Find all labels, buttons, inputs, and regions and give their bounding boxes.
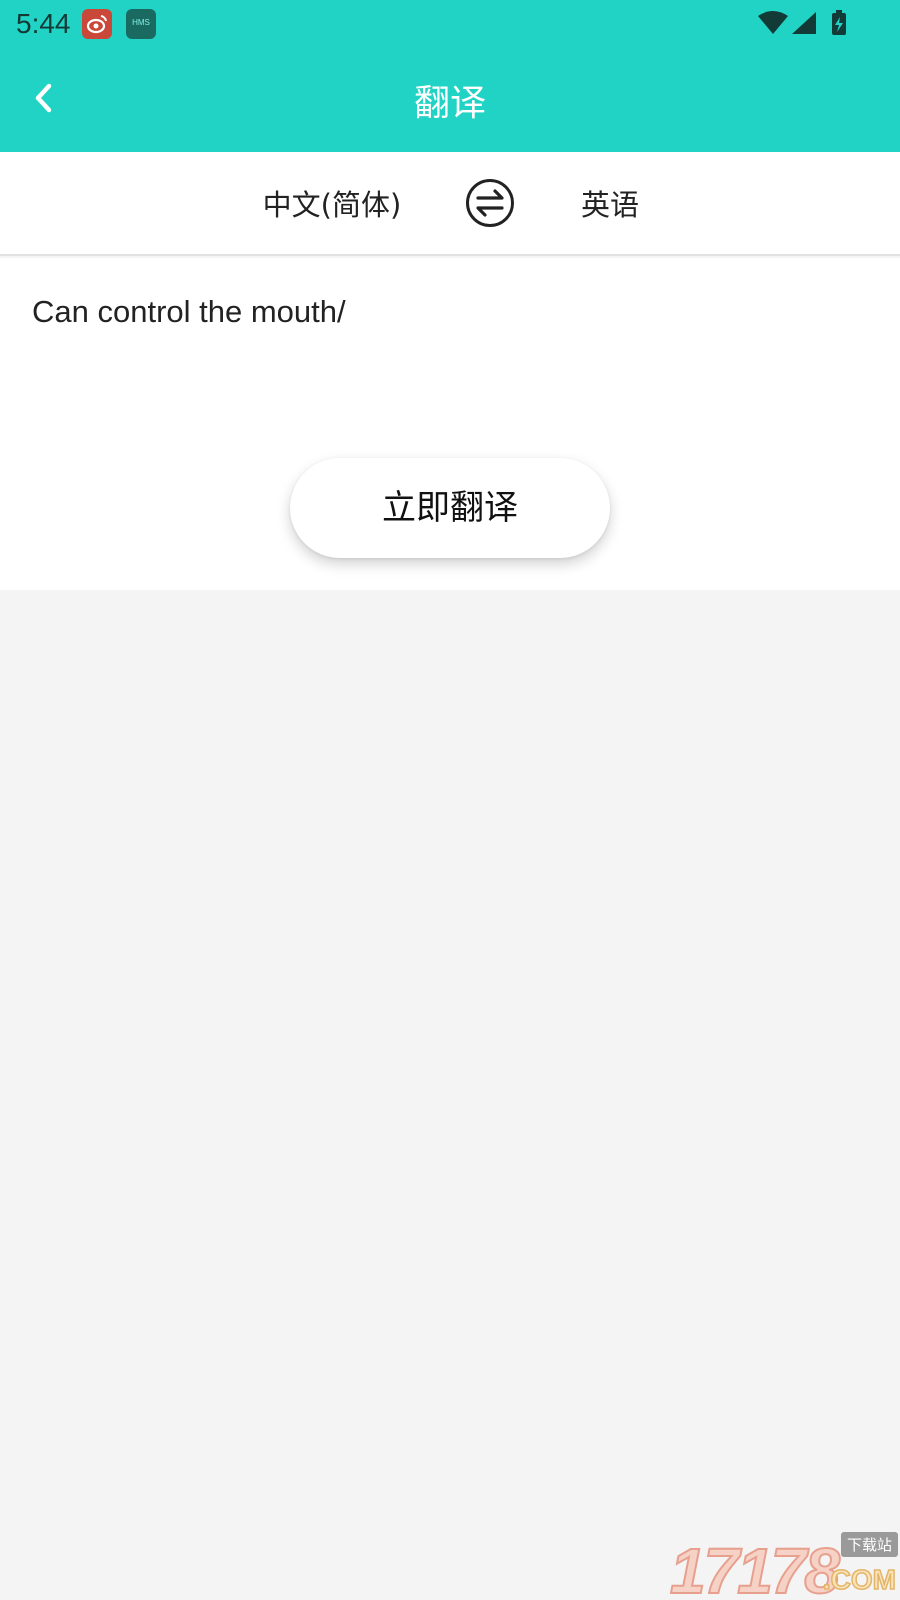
translate-now-button[interactable]: 立即翻译 xyxy=(290,458,610,558)
system-status-icons xyxy=(758,10,854,38)
app-header: 翻译 xyxy=(0,48,900,152)
watermark-digits: 17178 xyxy=(669,1534,841,1600)
source-language-selector[interactable]: 中文(简体) xyxy=(232,182,432,224)
page-title: 翻译 xyxy=(413,83,486,124)
swap-languages-button[interactable] xyxy=(465,178,515,228)
status-time: 5:44 xyxy=(16,8,71,39)
swap-arrows-icon xyxy=(466,179,514,227)
watermark-suffix: .COM xyxy=(822,1563,897,1596)
weibo-icon xyxy=(82,9,112,39)
input-panel: Can control the mouth/ 立即翻译 xyxy=(0,258,900,590)
battery-charging-icon xyxy=(832,10,846,35)
site-watermark: 17178 下载站 .COM xyxy=(669,1530,900,1600)
hms-icon: HMS xyxy=(126,9,156,39)
source-text-input[interactable]: Can control the mouth/ xyxy=(32,294,872,330)
hms-label: HMS xyxy=(132,18,150,27)
target-language-selector[interactable]: 英语 xyxy=(560,182,660,224)
signal-icon xyxy=(792,12,816,34)
status-bar: 5:44 HMS xyxy=(0,0,900,48)
watermark-tag: 下载站 xyxy=(840,1532,898,1557)
language-selector-bar: 中文(简体) 英语 xyxy=(0,152,900,256)
wifi-icon xyxy=(758,11,788,34)
